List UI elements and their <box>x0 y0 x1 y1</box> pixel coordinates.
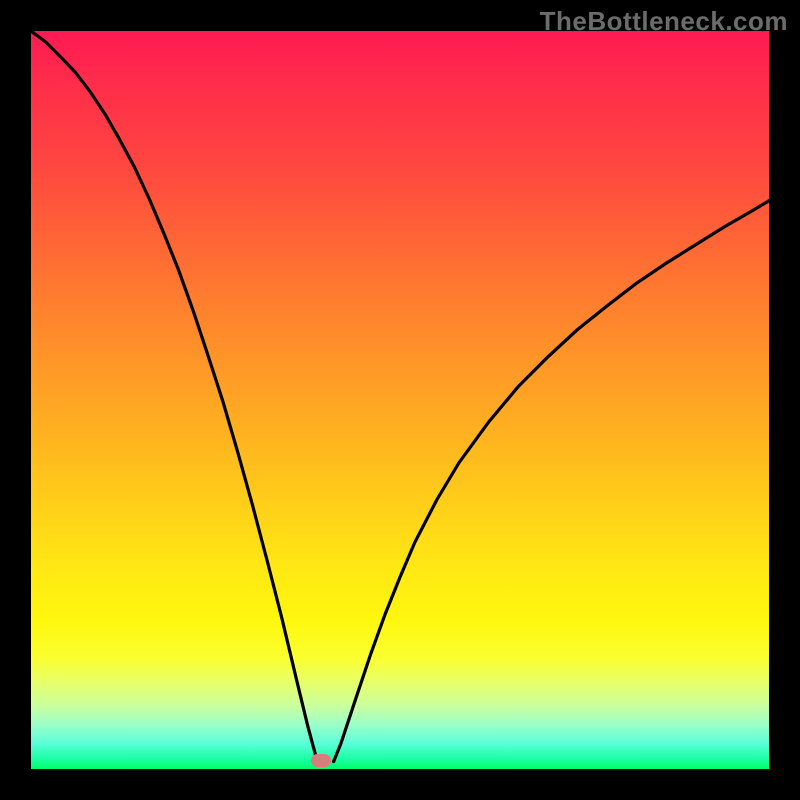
plot-area <box>31 31 769 769</box>
curve-left-branch <box>31 31 317 762</box>
curve-right-branch <box>334 201 769 762</box>
minimum-marker <box>311 754 331 767</box>
chart-frame: TheBottleneck.com <box>0 0 800 800</box>
bottleneck-curve <box>31 31 769 769</box>
watermark-text: TheBottleneck.com <box>540 6 788 37</box>
